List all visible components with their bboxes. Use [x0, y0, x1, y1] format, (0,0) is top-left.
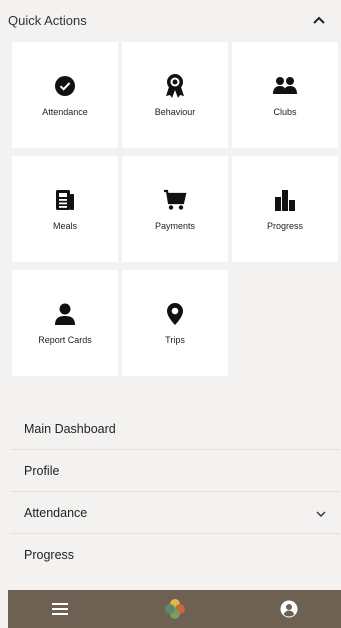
chevron-up-icon[interactable] — [309, 10, 329, 30]
tile-attendance[interactable]: Attendance — [12, 42, 118, 148]
newspaper-icon — [52, 187, 78, 213]
menu-item-label: Main Dashboard — [24, 421, 116, 436]
tile-label: Behaviour — [154, 107, 196, 117]
quick-actions-title: Quick Actions — [8, 12, 87, 28]
tile-behaviour[interactable]: Behaviour — [122, 42, 228, 148]
tile-report-cards[interactable]: Report Cards — [12, 270, 118, 376]
menu-item-main-dashboard[interactable]: Main Dashboard — [10, 408, 340, 450]
menu-item-label: Progress — [24, 548, 75, 562]
account-circle-icon[interactable] — [277, 597, 301, 621]
tile-label: Payments — [154, 221, 196, 231]
tile-label: Trips — [165, 335, 185, 345]
tile-payments[interactable]: Payments — [122, 156, 228, 262]
users-group-icon — [272, 73, 298, 99]
tile-label: Meals — [52, 221, 77, 231]
tile-progress[interactable]: Progress — [232, 156, 338, 262]
tile-meals[interactable]: Meals — [12, 156, 118, 262]
award-ribbon-icon — [162, 73, 188, 99]
main-menu: Main Dashboard Profile Attendance Progre… — [10, 408, 340, 576]
map-pin-icon — [162, 301, 188, 327]
shopping-cart-icon — [162, 187, 188, 213]
quick-actions-grid: Attendance Behaviour Clubs Meals Payment… — [0, 40, 341, 380]
check-circle-icon — [52, 73, 78, 99]
tile-trips[interactable]: Trips — [122, 270, 228, 376]
clover-logo-icon[interactable] — [163, 597, 187, 621]
user-icon — [52, 301, 78, 327]
menu-item-profile[interactable]: Profile — [10, 450, 340, 492]
tile-label: Report Cards — [38, 335, 92, 345]
hamburger-menu-icon[interactable] — [48, 597, 72, 621]
menu-item-label: Attendance — [24, 505, 88, 520]
chevron-down-icon[interactable] — [316, 506, 326, 520]
menu-item-progress[interactable]: Progress — [10, 534, 340, 576]
bar-chart-icon — [272, 187, 298, 213]
menu-item-label: Profile — [24, 463, 60, 478]
tile-label: Attendance — [42, 107, 88, 117]
tile-label: Clubs — [273, 107, 297, 117]
bottom-navigation-bar — [8, 590, 341, 628]
quick-actions-header: Quick Actions — [0, 0, 341, 40]
menu-item-attendance[interactable]: Attendance — [10, 492, 340, 534]
tile-label: Progress — [266, 221, 303, 231]
tile-clubs[interactable]: Clubs — [232, 42, 338, 148]
